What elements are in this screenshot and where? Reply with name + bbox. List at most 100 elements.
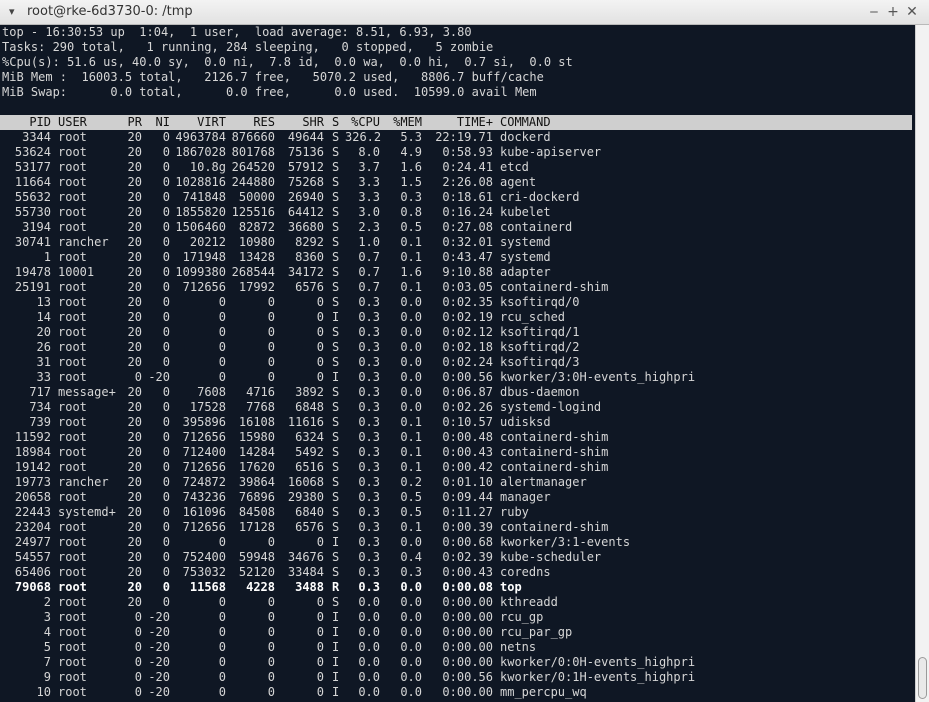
cell-mem: 0.0	[400, 670, 422, 684]
cell-res: 0	[267, 310, 275, 324]
cell-pr: 20	[127, 565, 142, 579]
cell-command: kworker/3:0H-events_highpri	[500, 370, 696, 384]
cell-shr: 0	[316, 625, 324, 639]
cell-ni: -20	[148, 655, 170, 669]
cell-time: 2:26.08	[442, 175, 493, 189]
cell-cpu: 2.3	[358, 220, 380, 234]
cell-mem: 0.4	[400, 550, 422, 564]
process-row: 3 root 0 -20 0 0 0 I 0.0 0.0 0:00.00 rcu_gp	[0, 610, 912, 625]
cell-state: S	[332, 190, 340, 204]
cell-user: root	[58, 625, 87, 639]
cell-state: S	[332, 355, 340, 369]
cell-pid: 2	[43, 595, 51, 609]
cell-pr: 20	[127, 400, 142, 414]
cell-pid: 65406	[14, 565, 51, 579]
cell-ni: 0	[162, 295, 170, 309]
cell-cpu: 0.3	[358, 415, 380, 429]
cell-res: 0	[267, 370, 275, 384]
cell-user: root	[58, 175, 87, 189]
process-row: 31 root 20 0 0 0 0 S 0.3 0.0 0:02.24 ksoftirqd/3	[0, 355, 912, 370]
cell-pid: 26	[36, 340, 51, 354]
cell-ni: 0	[162, 460, 170, 474]
title-bar[interactable]: ▾ root@rke-6d3730-0: /tmp ‒ + ✕	[0, 0, 929, 25]
cell-time: 0:00.00	[442, 655, 493, 669]
cell-command: kworker/0:0H-events_highpri	[500, 655, 696, 669]
process-row: 7 root 0 -20 0 0 0 I 0.0 0.0 0:00.00 kworker/0:0H-e…	[0, 655, 912, 670]
cell-virt: 712656	[182, 460, 226, 474]
cell-pid: 53177	[14, 160, 51, 174]
cell-shr: 34676	[287, 550, 324, 564]
cell-command: etcd	[500, 160, 529, 174]
cell-time: 0:02.18	[442, 340, 493, 354]
terminal-output[interactable]: top - 16:30:53 up 1:04, 1 user, load ave…	[0, 25, 915, 702]
cell-pr: 20	[127, 445, 142, 459]
cell-ni: -20	[148, 610, 170, 624]
cell-ni: 0	[162, 280, 170, 294]
cell-mem: 0.1	[400, 460, 422, 474]
cell-shr: 0	[316, 535, 324, 549]
process-row: 53177 root 20 0 10.8g 264520 57912 S 3.7 1.6 0:24.…	[0, 160, 912, 175]
cell-ni: 0	[162, 355, 170, 369]
cell-shr: 5492	[295, 445, 324, 459]
cell-cpu: 0.3	[358, 505, 380, 519]
cell-command: netns	[500, 640, 537, 654]
cell-cpu: 0.7	[358, 280, 380, 294]
cell-mem: 0.1	[400, 430, 422, 444]
process-row: 4 root 0 -20 0 0 0 I 0.0 0.0 0:00.00 rcu_par_gp	[0, 625, 912, 640]
cell-cpu: 0.0	[358, 685, 380, 699]
summary-swap: MiB Swap: 0.0 total, 0.0 free, 0.0 used.…	[2, 85, 537, 99]
cell-shr: 33484	[287, 565, 324, 579]
cell-command: top	[500, 580, 522, 594]
process-row: 25191 root 20 0 712656 17992 6576 S 0.7 0.1 0:03.0…	[0, 280, 912, 295]
cell-pid: 31	[36, 355, 51, 369]
cell-virt: 0	[218, 625, 226, 639]
cell-time: 0:01.10	[442, 475, 493, 489]
cell-cpu: 0.0	[358, 625, 380, 639]
process-row: 20658 root 20 0 743236 76896 29380 S 0.3 0.5 0:09.…	[0, 490, 912, 505]
cell-res: 125516	[231, 205, 275, 219]
cell-shr: 6840	[295, 505, 324, 519]
col-mem: %MEM	[393, 115, 422, 129]
cell-cpu: 3.3	[358, 190, 380, 204]
cell-virt: 1028816	[175, 175, 226, 189]
cell-ni: 0	[162, 205, 170, 219]
cell-ni: 0	[162, 190, 170, 204]
process-row: 33 root 0 -20 0 0 0 I 0.3 0.0 0:00.56 kworker/3:0H-…	[0, 370, 912, 385]
scrollbar-thumb[interactable]	[918, 657, 927, 699]
summary-mem: MiB Mem : 16003.5 total, 2126.7 free, 50…	[2, 70, 544, 84]
cell-cpu: 0.3	[358, 475, 380, 489]
cell-res: 264520	[231, 160, 275, 174]
cell-user: root	[58, 595, 87, 609]
cell-command: cri-dockerd	[500, 190, 580, 204]
cell-user: root	[58, 445, 87, 459]
cell-pid: 30741	[14, 235, 51, 249]
cell-ni: 0	[162, 160, 170, 174]
cell-shr: 26940	[287, 190, 324, 204]
cell-mem: 0.5	[400, 220, 422, 234]
cell-cpu: 3.7	[358, 160, 380, 174]
cell-res: 0	[267, 640, 275, 654]
process-row: 19478 10001 20 0 1099380 268544 34172 S 0.7 1.6 9:…	[0, 265, 912, 280]
close-button[interactable]: ✕	[903, 3, 921, 21]
process-row: 1 root 20 0 171948 13428 8360 S 0.7 0.1 0:43.47 sys…	[0, 250, 912, 265]
cell-ni: -20	[148, 625, 170, 639]
cell-virt: 1506460	[175, 220, 226, 234]
cell-state: S	[332, 400, 340, 414]
maximize-button[interactable]: +	[884, 3, 902, 21]
cell-pr: 20	[127, 535, 142, 549]
cell-user: root	[58, 460, 87, 474]
cell-shr: 0	[316, 370, 324, 384]
terminal-window: ▾ root@rke-6d3730-0: /tmp ‒ + ✕ top - 16…	[0, 0, 929, 702]
cell-mem: 0.0	[400, 340, 422, 354]
minimize-button[interactable]: ‒	[865, 3, 883, 21]
process-row: 10 root 0 -20 0 0 0 I 0.0 0.0 0:00.00 mm_percpu_wq	[0, 685, 912, 700]
cell-time: 0:02.12	[442, 325, 493, 339]
process-table-header: PID USER PR NI VIRT RES SHR S %CPU %MEM …	[0, 115, 912, 130]
cell-state: S	[332, 175, 340, 189]
cell-pid: 7	[43, 655, 51, 669]
vertical-scrollbar[interactable]	[915, 25, 929, 702]
window-menu-icon[interactable]: ▾	[9, 5, 15, 18]
cell-state: S	[332, 130, 340, 144]
cell-time: 0:58.93	[442, 145, 493, 159]
cell-res: 0	[267, 535, 275, 549]
